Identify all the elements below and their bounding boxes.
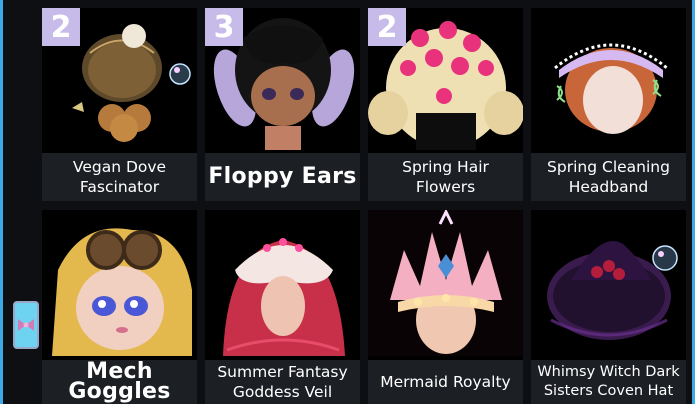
veil-icon (205, 210, 360, 356)
witch-hat-icon (531, 210, 686, 356)
item-card[interactable]: 2 Spring Hair Flowers (368, 8, 523, 201)
side-tab-button[interactable] (13, 301, 39, 349)
count-badge: 3 (205, 8, 243, 46)
item-grid: 2 Vegan Dove Fascinator 3 Floppy Ears 2 … (42, 8, 692, 404)
item-card[interactable]: 3 Floppy Ears (205, 8, 360, 201)
item-label: Mech Goggles (42, 360, 197, 404)
item-card[interactable]: Spring Cleaning Headband (531, 8, 686, 201)
item-card[interactable]: Summer Fantasy Goddess Veil (205, 210, 360, 404)
goggles-icon (42, 210, 197, 356)
count-badge: 2 (368, 8, 406, 46)
bow-icon (18, 319, 34, 331)
headband-icon (531, 8, 686, 150)
count-badge: 2 (42, 8, 80, 46)
item-card[interactable]: Whimsy Witch Dark Sisters Coven Hat (531, 210, 686, 404)
item-card[interactable]: Mech Goggles (42, 210, 197, 404)
item-card[interactable]: Mermaid Royalty (368, 210, 523, 404)
item-label: Floppy Ears (205, 153, 360, 201)
item-label: Mermaid Royalty (368, 360, 523, 404)
item-label: Summer Fantasy Goddess Veil (205, 360, 360, 404)
item-label: Spring Hair Flowers (368, 153, 523, 201)
item-label: Vegan Dove Fascinator (42, 153, 197, 201)
item-label: Spring Cleaning Headband (531, 153, 686, 201)
item-card[interactable]: 2 Vegan Dove Fascinator (42, 8, 197, 201)
crown-icon (368, 210, 523, 356)
item-label: Whimsy Witch Dark Sisters Coven Hat (531, 360, 686, 404)
